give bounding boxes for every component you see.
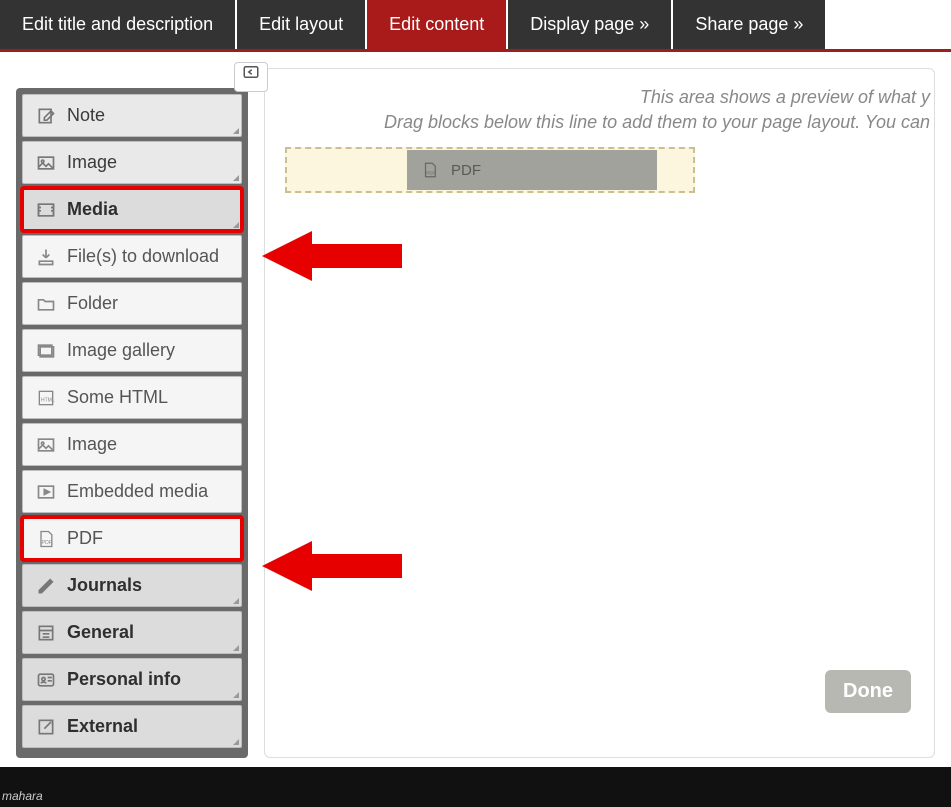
- svg-text:PDF: PDF: [426, 171, 435, 176]
- block-image-top[interactable]: Image: [22, 141, 242, 184]
- block-folder[interactable]: Folder: [22, 282, 242, 325]
- preview-hint-text: This area shows a preview of what y Drag…: [285, 85, 934, 135]
- general-icon: [35, 623, 57, 643]
- done-button[interactable]: Done: [825, 670, 911, 713]
- block-label: External: [67, 716, 138, 737]
- block-embedded-media[interactable]: Embedded media: [22, 470, 242, 513]
- block-label: File(s) to download: [67, 246, 219, 267]
- tab-display-page[interactable]: Display page »: [508, 0, 671, 49]
- tab-share-page[interactable]: Share page »: [673, 0, 825, 49]
- block-label: Embedded media: [67, 481, 208, 502]
- tab-edit-layout[interactable]: Edit layout: [237, 0, 365, 49]
- tab-edit-content[interactable]: Edit content: [367, 0, 506, 49]
- block-personal-info[interactable]: Personal info: [22, 658, 242, 701]
- block-label: Image: [67, 434, 117, 455]
- chip-label: PDF: [451, 162, 481, 179]
- block-label: General: [67, 622, 134, 643]
- block-note[interactable]: Note: [22, 94, 242, 137]
- block-label: Journals: [67, 575, 142, 596]
- block-sidebar: Note Image Media File(s) to download: [16, 88, 248, 758]
- preview-area: This area shows a preview of what y Drag…: [264, 68, 935, 758]
- block-some-html[interactable]: HTML Some HTML: [22, 376, 242, 419]
- block-label: Image gallery: [67, 340, 175, 361]
- svg-text:mahara: mahara: [2, 789, 43, 803]
- external-icon: [35, 717, 57, 737]
- block-label: Folder: [67, 293, 118, 314]
- embedded-media-icon: [35, 482, 57, 502]
- media-icon: [35, 200, 57, 220]
- gallery-icon: [35, 341, 57, 361]
- folder-icon: [35, 294, 57, 314]
- pdf-icon: PDF: [419, 161, 441, 179]
- block-label: PDF: [67, 528, 103, 549]
- block-label: Media: [67, 199, 118, 220]
- block-label: Personal info: [67, 669, 181, 690]
- block-label: Note: [67, 105, 105, 126]
- block-label: Image: [67, 152, 117, 173]
- annotation-arrow-media: [262, 226, 402, 286]
- tab-edit-title[interactable]: Edit title and description: [0, 0, 235, 49]
- image-icon: [35, 153, 57, 173]
- download-icon: [35, 247, 57, 267]
- note-icon: [35, 106, 57, 126]
- svg-text:PDF: PDF: [42, 540, 52, 546]
- image-icon: [35, 435, 57, 455]
- block-external[interactable]: External: [22, 705, 242, 748]
- block-image-sub[interactable]: Image: [22, 423, 242, 466]
- footer-brand-logo: mahara: [2, 785, 102, 805]
- personal-info-icon: [35, 670, 57, 690]
- block-pdf[interactable]: PDF PDF: [22, 517, 242, 560]
- svg-text:HTML: HTML: [41, 397, 55, 403]
- pdf-block-chip[interactable]: PDF PDF: [407, 150, 657, 190]
- pdf-icon: PDF: [35, 529, 57, 549]
- block-general[interactable]: General: [22, 611, 242, 654]
- tab-bar: Edit title and description Edit layout E…: [0, 0, 951, 52]
- block-image-gallery[interactable]: Image gallery: [22, 329, 242, 372]
- block-files-download[interactable]: File(s) to download: [22, 235, 242, 278]
- html-icon: HTML: [35, 388, 57, 408]
- drop-zone[interactable]: PDF PDF: [285, 147, 695, 193]
- block-journals[interactable]: Journals: [22, 564, 242, 607]
- journals-icon: [35, 576, 57, 596]
- page-footer: mahara: [0, 767, 951, 807]
- collapse-sidebar-button[interactable]: [234, 62, 268, 92]
- annotation-arrow-pdf: [262, 536, 402, 596]
- block-media[interactable]: Media: [22, 188, 242, 231]
- block-label: Some HTML: [67, 387, 168, 408]
